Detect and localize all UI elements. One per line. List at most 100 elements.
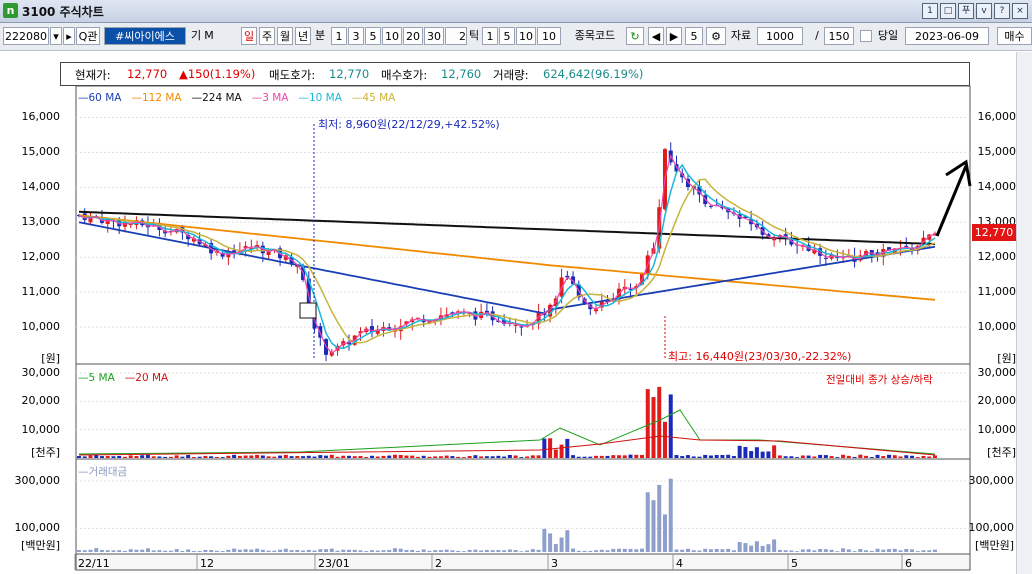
current-price-box: 12,770 — [972, 224, 1016, 241]
volume-bar — [927, 456, 932, 458]
volume-bar — [191, 456, 196, 458]
volume-bar — [341, 455, 346, 458]
x-axis-label: 12 — [200, 557, 214, 570]
vol-tick: 10,000 — [21, 422, 61, 436]
volume-bar — [421, 455, 426, 458]
ma-60-line — [78, 221, 936, 315]
ma-224-line — [78, 210, 936, 246]
amount-bar — [122, 550, 127, 552]
amount-bar — [691, 550, 696, 552]
x-axis-label: 3 — [551, 557, 558, 570]
amount-bar — [881, 549, 886, 552]
stock-chart[interactable] — [0, 0, 1032, 574]
volume-bar — [703, 454, 708, 458]
volume-bar — [823, 455, 828, 458]
amount-bar — [94, 548, 99, 552]
amount-bar — [777, 549, 782, 552]
amount-bar — [352, 549, 357, 552]
amount-bar — [232, 548, 237, 552]
volume-bar — [306, 455, 311, 458]
amount-bar — [88, 549, 93, 552]
amount-bar — [306, 549, 311, 552]
volume-bar — [657, 386, 662, 458]
volume-bar — [697, 456, 702, 458]
amt-unit: [백만원] — [21, 539, 60, 552]
volume-bar — [209, 456, 214, 458]
volume-bar — [576, 456, 581, 458]
amount-bar — [749, 545, 754, 552]
volume-bar — [375, 456, 380, 458]
vol-tick-right: 30,000 — [977, 366, 1017, 379]
volume-bar — [898, 456, 903, 458]
amount-bar — [933, 549, 937, 552]
volume-bar — [571, 455, 576, 458]
volume-bar — [502, 456, 507, 458]
amount-bar — [708, 549, 713, 552]
amount-bar — [461, 551, 466, 552]
amount-bar — [617, 548, 622, 552]
volume-bar — [427, 456, 432, 458]
amount-bar — [163, 550, 168, 552]
volume-bar — [99, 456, 104, 458]
volume-bar — [289, 456, 294, 458]
amount-pane — [75, 458, 971, 555]
volume-bar — [513, 455, 518, 458]
amt-tick: 300,000 — [14, 473, 61, 487]
amount-bar — [766, 544, 771, 552]
amount-bar — [904, 548, 909, 552]
amount-bar — [760, 545, 765, 552]
volume-bar — [364, 457, 369, 458]
amount-bar — [324, 549, 329, 552]
volume-bar — [283, 454, 288, 458]
price-tick-right: 16,000 — [977, 110, 1017, 124]
volume-bar — [611, 455, 616, 458]
volume-pane — [75, 363, 971, 460]
amount-bar — [841, 548, 846, 552]
amount-bar — [640, 548, 645, 552]
amount-bar — [812, 550, 817, 552]
amount-bar — [898, 550, 903, 552]
amount-bar — [605, 550, 610, 552]
amount-bar — [754, 541, 759, 552]
volume-bar — [559, 444, 564, 458]
volume-bar — [369, 455, 374, 458]
candle-body — [519, 326, 524, 328]
amount-bar — [364, 551, 369, 552]
vol-ma-20-line — [78, 435, 936, 456]
volume-bar — [737, 445, 742, 458]
amount-bar — [392, 548, 397, 552]
amount-bar — [599, 549, 604, 552]
amount-bar — [105, 550, 110, 552]
vertical-scrollbar[interactable] — [1016, 52, 1032, 574]
volume-bar — [255, 454, 260, 458]
volume-bar — [77, 456, 81, 458]
volume-bar — [634, 454, 639, 458]
amount-bar — [795, 551, 800, 552]
amount-bar — [496, 550, 501, 552]
amount-bar — [548, 533, 553, 552]
amount-bar — [513, 549, 518, 552]
price-unit: [원] — [41, 352, 60, 365]
amount-bar — [818, 548, 823, 552]
volume-bar — [226, 455, 231, 458]
volume-bar — [272, 456, 277, 458]
volume-bar — [553, 449, 558, 458]
amount-bar — [266, 550, 271, 552]
amount-bar — [134, 549, 139, 552]
vol-tick-right: 10,000 — [977, 422, 1017, 436]
volume-bar — [318, 455, 323, 458]
amount-bar — [203, 549, 208, 552]
amount-bar — [651, 500, 656, 552]
amount-bar — [530, 549, 535, 552]
amount-bar — [852, 551, 857, 552]
volume-bar — [674, 455, 679, 458]
volume-bar — [82, 456, 87, 458]
amount-bar — [128, 549, 133, 552]
candle-body — [823, 257, 828, 259]
amount-bar — [347, 549, 352, 552]
amount-bar — [846, 549, 851, 552]
x-axis-label: 5 — [791, 557, 798, 570]
volume-bar — [243, 455, 248, 458]
amount-bar — [295, 549, 300, 552]
volume-bar — [335, 456, 340, 458]
